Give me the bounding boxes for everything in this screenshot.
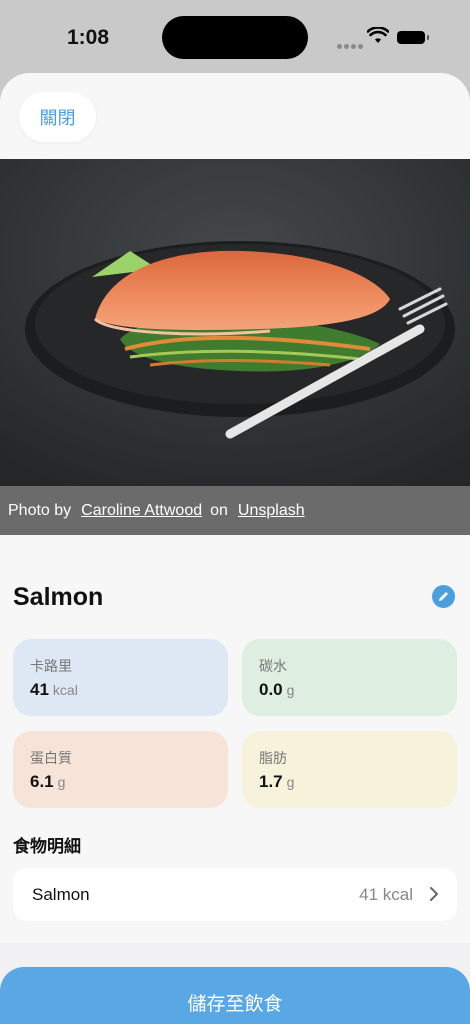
nutrient-label: 脂肪 [259, 750, 287, 766]
signal-icon [337, 36, 365, 54]
save-to-diet-button[interactable]: 儲存至飲食 [0, 967, 470, 1024]
food-detail-sheet: 關閉 Photo by Caroline Attwood on Unsplash… [0, 73, 470, 1024]
credit-prefix: Photo by [8, 501, 72, 519]
dynamic-island [162, 16, 308, 59]
nutrient-tile-calories: 卡路里 41 kcal [13, 639, 228, 716]
close-button[interactable]: 關閉 [19, 92, 96, 142]
nutrient-label: 蛋白質 [30, 750, 72, 766]
food-info: Salmon 卡路里 41 kcal 碳水 0.0 g 蛋白質 6.1 g 脂肪 1.… [0, 535, 470, 943]
food-photo [0, 159, 470, 486]
nutrient-value: 0.0 g [259, 680, 295, 699]
salmon-dish-image [0, 159, 470, 486]
nutrient-tile-fat: 脂肪 1.7 g [242, 731, 457, 808]
chevron-right-icon [430, 887, 438, 901]
food-detail-row[interactable]: Salmon 41 kcal [13, 868, 457, 921]
credit-on: on [210, 501, 228, 519]
status-time: 1:08 [67, 26, 110, 49]
row-food-name: Salmon [32, 885, 90, 904]
wifi-icon [367, 27, 389, 43]
nutrient-label: 碳水 [259, 658, 287, 674]
photo-credit: Photo by Caroline Attwood on Unsplash [0, 486, 470, 535]
status-bar: 1:08 [0, 0, 470, 75]
battery-icon [397, 31, 429, 44]
details-heading: 食物明細 [13, 837, 81, 856]
nutrient-value: 6.1 g [30, 772, 66, 791]
credit-author-link[interactable]: Caroline Attwood [81, 502, 202, 520]
row-food-kcal: 41 kcal [359, 885, 413, 904]
food-title: Salmon [13, 583, 104, 611]
nutrient-value: 41 kcal [30, 680, 78, 699]
credit-source-link[interactable]: Unsplash [238, 502, 305, 520]
nutrient-tile-carbs: 碳水 0.0 g [242, 639, 457, 716]
nutrient-tile-protein: 蛋白質 6.1 g [13, 731, 228, 808]
edit-button[interactable] [432, 585, 455, 608]
nutrient-label: 卡路里 [30, 658, 72, 674]
sheet-header: 關閉 [0, 73, 470, 159]
pencil-icon [439, 592, 448, 601]
nutrient-value: 1.7 g [259, 772, 295, 791]
